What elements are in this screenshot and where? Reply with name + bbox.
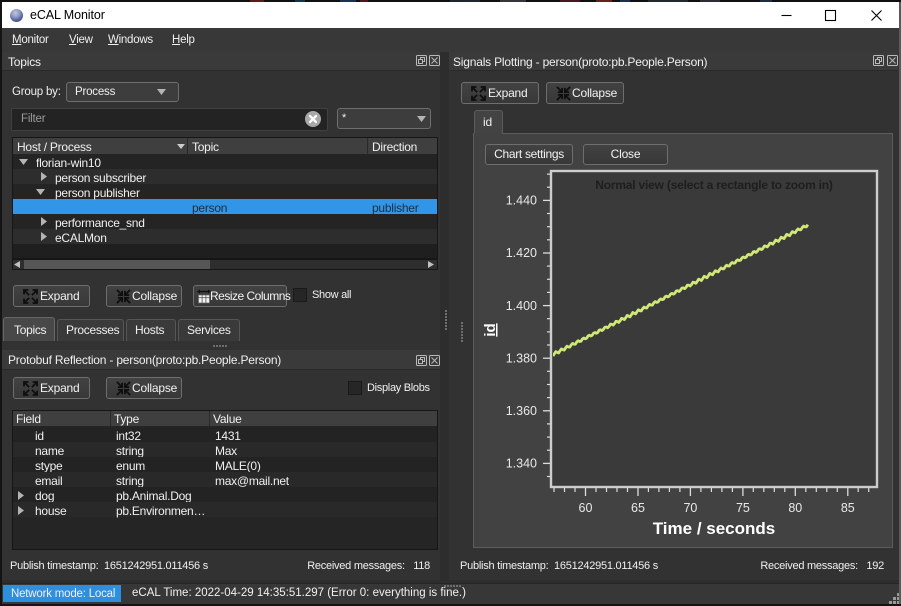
svg-text:65: 65 <box>631 501 645 515</box>
svg-text:1.380: 1.380 <box>506 351 537 365</box>
svg-text:80: 80 <box>788 501 802 515</box>
svg-text:Normal view (select a rectangl: Normal view (select a rectangle to zoom … <box>595 178 833 192</box>
svg-text:Time / seconds: Time / seconds <box>653 519 776 538</box>
svg-text:1.340: 1.340 <box>506 457 537 471</box>
svg-text:1.440: 1.440 <box>506 194 537 208</box>
svg-text:70: 70 <box>683 501 697 515</box>
svg-text:85: 85 <box>841 501 855 515</box>
svg-text:60: 60 <box>579 501 593 515</box>
svg-text:1.420: 1.420 <box>506 246 537 260</box>
svg-text:75: 75 <box>736 501 750 515</box>
svg-text:1.400: 1.400 <box>506 299 537 313</box>
svg-text:id: id <box>482 323 499 336</box>
svg-text:1.360: 1.360 <box>506 404 537 418</box>
